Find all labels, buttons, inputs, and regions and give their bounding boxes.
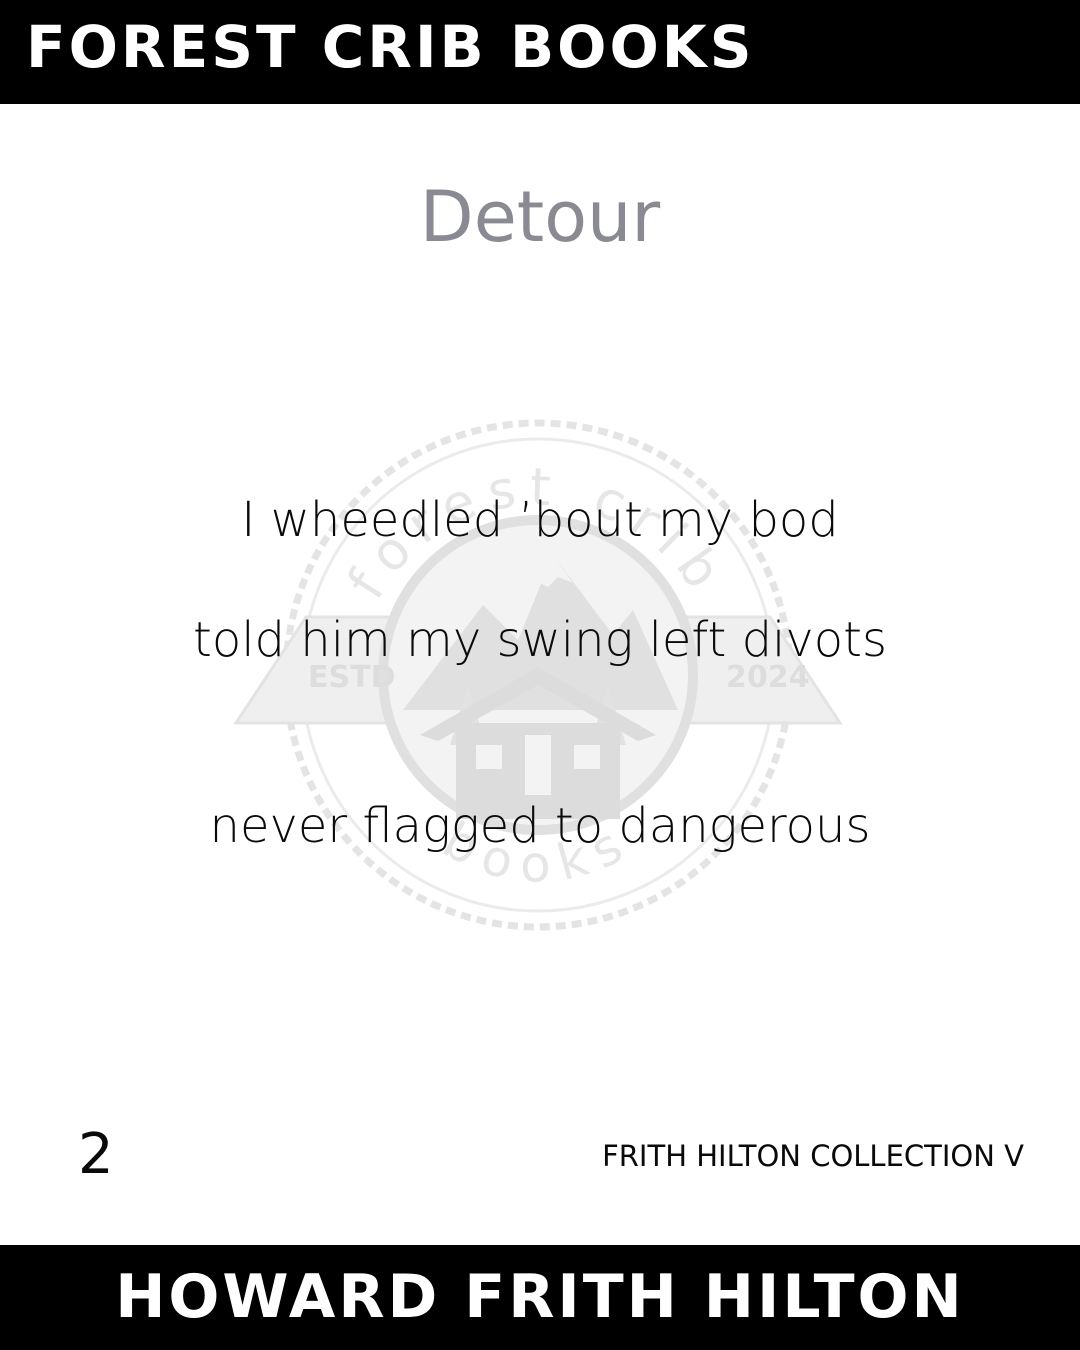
poem-line-2: told him my swing left divots <box>193 612 887 668</box>
collection-label: FRITH HILTON COLLECTION V <box>602 1139 1024 1173</box>
page-number: 2 <box>78 1122 114 1187</box>
header-bar: FOREST CRIB BOOKS <box>0 0 1080 104</box>
poem-line-3: never flagged to dangerous <box>209 798 871 854</box>
poem-title: Detour <box>419 176 661 258</box>
brand-title: FOREST CRIB BOOKS <box>26 13 755 81</box>
author-name: HOWARD FRITH HILTON <box>115 1262 965 1332</box>
poem-line-1: I wheedled ’bout my bod <box>241 492 839 548</box>
forest-crib-books-seal-icon: forest crib books ESTD 2024 <box>233 419 843 931</box>
footer-bar: HOWARD FRITH HILTON <box>0 1245 1080 1350</box>
